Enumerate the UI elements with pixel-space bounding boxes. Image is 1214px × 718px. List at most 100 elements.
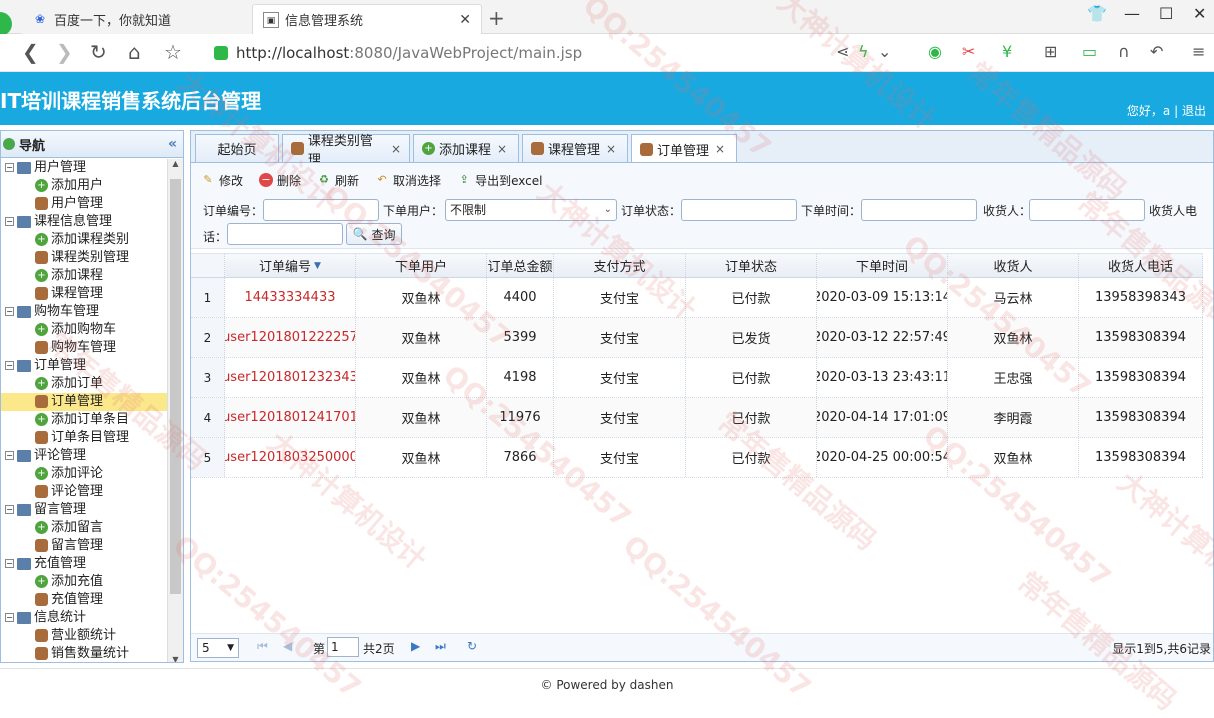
- forward-icon[interactable]: ❯: [56, 40, 73, 64]
- collapse-icon[interactable]: −: [5, 217, 14, 226]
- sidebar-group[interactable]: − 用户管理: [1, 159, 167, 177]
- collapse-icon[interactable]: −: [5, 559, 14, 568]
- sidebar-group[interactable]: − 留言管理: [1, 501, 167, 519]
- sidebar-item[interactable]: 留言管理: [1, 537, 167, 555]
- sidebar-scrollbar[interactable]: ▲ ▼: [167, 159, 183, 662]
- sidebar-item[interactable]: + 添加评论: [1, 465, 167, 483]
- sidebar-item[interactable]: 销售数量统计: [1, 645, 167, 662]
- sidebar-group[interactable]: − 评论管理: [1, 447, 167, 465]
- sidebar-item[interactable]: + 添加课程: [1, 267, 167, 285]
- sidebar-item[interactable]: 订单管理: [1, 393, 167, 411]
- collapse-icon[interactable]: −: [5, 451, 14, 460]
- tab-course-manage[interactable]: 课程管理 ×: [522, 134, 628, 162]
- scroll-up-icon[interactable]: ▲: [168, 159, 183, 168]
- chevron-down-icon[interactable]: ⌄: [878, 42, 891, 61]
- user-select[interactable]: 不限制 ⌄: [445, 199, 617, 221]
- sidebar-item[interactable]: + 添加订单: [1, 375, 167, 393]
- edit-button[interactable]: ✎ 修改: [201, 172, 243, 189]
- flash-icon[interactable]: ϟ: [858, 42, 869, 61]
- shirt-icon[interactable]: 👕: [1087, 4, 1107, 23]
- last-page-icon[interactable]: ⏭: [435, 639, 446, 654]
- column-header[interactable]: 收货人电话: [1079, 254, 1203, 277]
- new-tab-button[interactable]: +: [488, 6, 505, 30]
- column-header[interactable]: 订单状态: [686, 254, 817, 277]
- address-bar[interactable]: http://localhost:8080/JavaWebProject/mai…: [214, 39, 814, 67]
- sidebar-item[interactable]: 充值管理: [1, 591, 167, 609]
- refresh-button[interactable]: ♻ 刷新: [317, 172, 359, 189]
- close-tab-icon[interactable]: ×: [391, 142, 401, 156]
- sidebar-group[interactable]: − 充值管理: [1, 555, 167, 573]
- browser-tab-baidu[interactable]: ❀ 百度一下，你就知道: [22, 4, 252, 34]
- sidebar-item[interactable]: 课程类别管理: [1, 249, 167, 267]
- phone-input[interactable]: [227, 223, 343, 245]
- close-tab-icon[interactable]: ×: [606, 142, 616, 156]
- collapse-icon[interactable]: −: [5, 163, 14, 172]
- sidebar-item[interactable]: 订单条目管理: [1, 429, 167, 447]
- reload-icon[interactable]: ↻: [90, 40, 107, 64]
- tab-add-course[interactable]: + 添加课程 ×: [413, 134, 519, 162]
- column-header[interactable]: 支付方式: [554, 254, 686, 277]
- tab-course-category[interactable]: 课程类别管理 ×: [282, 134, 410, 168]
- cancel-select-button[interactable]: ↶ 取消选择: [375, 172, 441, 189]
- table-row[interactable]: 3 user1201801232343 双鱼林 4198 支付宝 已付款 2020-03-1…: [191, 358, 1203, 398]
- column-header[interactable]: 订单总金额: [487, 254, 554, 277]
- sidebar-group[interactable]: − 信息统计: [1, 609, 167, 627]
- status-input[interactable]: [681, 199, 797, 221]
- scissors-icon[interactable]: ✂: [962, 42, 975, 61]
- sidebar-item[interactable]: 评论管理: [1, 483, 167, 501]
- browser-tab-info-system[interactable]: ▣ 信息管理系统 ✕: [252, 4, 482, 34]
- sidebar-item[interactable]: + 添加用户: [1, 177, 167, 195]
- logout-link[interactable]: 退出: [1182, 104, 1206, 118]
- column-header[interactable]: 订单编号 ▼: [225, 254, 356, 277]
- close-tab-icon[interactable]: ×: [715, 142, 725, 156]
- collapse-icon[interactable]: −: [5, 307, 14, 316]
- export-excel-button[interactable]: ⇪ 导出到excel: [457, 172, 542, 189]
- sidebar-item[interactable]: + 添加订单条目: [1, 411, 167, 429]
- sidebar-item[interactable]: + 添加充值: [1, 573, 167, 591]
- table-row[interactable]: 2 user1201801222257 双鱼林 5399 支付宝 已发货 2020-03-1…: [191, 318, 1203, 358]
- yen-shield-icon[interactable]: ¥: [1002, 42, 1012, 61]
- extension-green-icon[interactable]: ◉: [928, 42, 942, 61]
- home-icon[interactable]: ⌂: [128, 40, 141, 64]
- sidebar-item[interactable]: + 添加购物车: [1, 321, 167, 339]
- sidebar-item[interactable]: + 添加课程类别: [1, 231, 167, 249]
- query-button[interactable]: 🔍 查询: [346, 223, 402, 245]
- scrollbar-thumb[interactable]: [170, 179, 181, 594]
- undo-icon[interactable]: ↶: [1150, 42, 1163, 61]
- collapse-icon[interactable]: −: [5, 361, 14, 370]
- next-page-icon[interactable]: ▶: [411, 639, 420, 653]
- reload-page-icon[interactable]: ↻: [467, 639, 477, 653]
- table-row[interactable]: 4 user1201801241701 双鱼林 11976 支付宝 已付款 2020-04-…: [191, 398, 1203, 438]
- prev-page-icon[interactable]: ◀: [283, 639, 292, 653]
- column-header[interactable]: 下单时间: [817, 254, 948, 277]
- collapse-icon[interactable]: −: [5, 613, 14, 622]
- page-size-select[interactable]: 5 ▼: [197, 638, 239, 658]
- sidebar-item[interactable]: 购物车管理: [1, 339, 167, 357]
- column-header[interactable]: 收货人: [948, 254, 1079, 277]
- sidebar-group[interactable]: − 购物车管理: [1, 303, 167, 321]
- page-number-input[interactable]: 1: [327, 637, 359, 657]
- time-input[interactable]: [861, 199, 977, 221]
- collapse-sidebar-icon[interactable]: «: [168, 136, 177, 152]
- close-tab-icon[interactable]: ✕: [459, 12, 471, 28]
- maximize-button[interactable]: ☐: [1159, 4, 1173, 23]
- receiver-input[interactable]: [1029, 199, 1145, 221]
- delete-button[interactable]: − 删除: [259, 172, 301, 189]
- sidebar-group[interactable]: − 课程信息管理: [1, 213, 167, 231]
- collapse-icon[interactable]: −: [5, 505, 14, 514]
- close-tab-icon[interactable]: ×: [497, 142, 507, 156]
- close-window-button[interactable]: ✕: [1193, 4, 1206, 23]
- menu-icon[interactable]: ≡: [1192, 42, 1205, 61]
- column-header[interactable]: 下单用户: [356, 254, 487, 277]
- star-icon[interactable]: ☆: [164, 40, 182, 64]
- table-row[interactable]: 1 14433334433 双鱼林 4400 支付宝 已付款 2020-03-09 15:1…: [191, 278, 1203, 318]
- scroll-down-icon[interactable]: ▼: [168, 655, 183, 662]
- minimize-button[interactable]: —: [1124, 4, 1140, 23]
- share-icon[interactable]: ⋖: [836, 42, 849, 61]
- table-row[interactable]: 5 user1201803250000 双鱼林 7866 支付宝 已付款 2020-04-2…: [191, 438, 1203, 478]
- tab-order-manage[interactable]: 订单管理 ×: [631, 134, 737, 163]
- apps-grid-icon[interactable]: ⊞: [1044, 42, 1057, 61]
- battery-icon[interactable]: ▭: [1082, 42, 1097, 61]
- sidebar-item[interactable]: + 添加留言: [1, 519, 167, 537]
- sidebar-group[interactable]: − 订单管理: [1, 357, 167, 375]
